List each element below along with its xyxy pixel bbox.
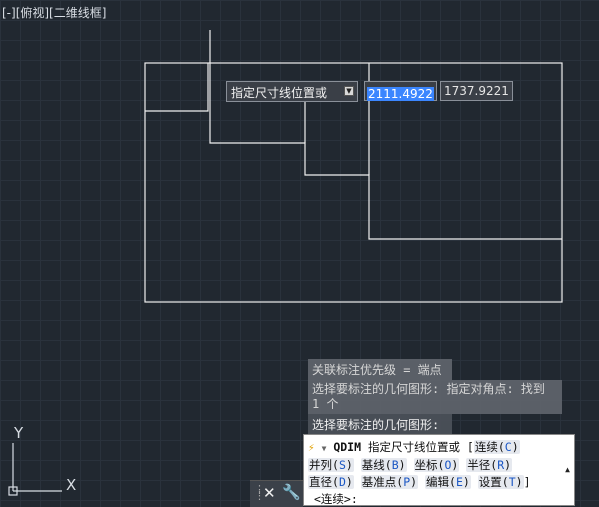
lightning-icon[interactable]: ⚡	[308, 441, 315, 454]
option-shezhi[interactable]: 设置(T)	[477, 475, 524, 489]
command-prompt-row: ⚡ ▼ QDIM 指定尺寸线位置或 [连续(C)	[308, 440, 520, 454]
command-prompt: 指定尺寸线位置或	[367, 440, 460, 454]
option-bianji[interactable]: 编辑(E)	[425, 475, 471, 489]
dynamic-input-prompt: 指定尺寸线位置或	[226, 81, 358, 102]
ucs-x-label: X	[66, 476, 77, 494]
stepped-polyline	[209, 30, 562, 240]
history-line-3: 选择要标注的几何图形:	[308, 414, 452, 435]
option-lianxu[interactable]: 连续(C)	[473, 440, 520, 454]
history-line-1: 关联标注优先级 = 端点	[308, 359, 452, 380]
option-banjing[interactable]: 半径(R)	[466, 458, 513, 472]
option-jizhundian[interactable]: 基准点(P)	[360, 475, 419, 489]
command-line[interactable]: ⚡ ▼ QDIM 指定尺寸线位置或 [连续(C) 并列(S) 基线(B) 坐标(…	[303, 434, 575, 506]
command-current-input[interactable]: <连续>:	[314, 491, 358, 507]
dropdown-caret-icon[interactable]: ▼	[322, 444, 327, 453]
option-jixian[interactable]: 基线(B)	[360, 458, 407, 472]
close-icon[interactable]: ✕	[263, 484, 276, 502]
left-small-box	[145, 63, 209, 112]
history-line-2: 选择要标注的几何图形: 指定对角点: 找到 1 个	[308, 380, 562, 414]
dropdown-arrow-icon[interactable]: ▼	[344, 86, 354, 96]
dynamic-input-value2[interactable]: 1737.9221	[440, 81, 513, 101]
scroll-up-icon[interactable]: ▲	[565, 465, 570, 474]
option-zuobiao[interactable]: 坐标(O)	[413, 458, 460, 472]
dynamic-input-value1[interactable]: 2111.4922	[364, 81, 437, 101]
command-options-row: 并列(S) 基线(B) 坐标(O) 半径(R)	[308, 457, 513, 473]
ucs-y-label: Y	[14, 424, 24, 442]
drawing-canvas[interactable]	[0, 0, 599, 506]
option-binglie[interactable]: 并列(S)	[308, 458, 354, 472]
command-toolbar: ⋮ ⋮ ✕ 🔧	[250, 480, 303, 507]
wrench-icon[interactable]: 🔧	[282, 483, 301, 501]
option-zhijing[interactable]: 直径(D)	[308, 475, 354, 489]
command-options-row: 直径(D) 基准点(P) 编辑(E) 设置(T)]	[308, 475, 531, 489]
command-name: QDIM	[333, 440, 362, 454]
